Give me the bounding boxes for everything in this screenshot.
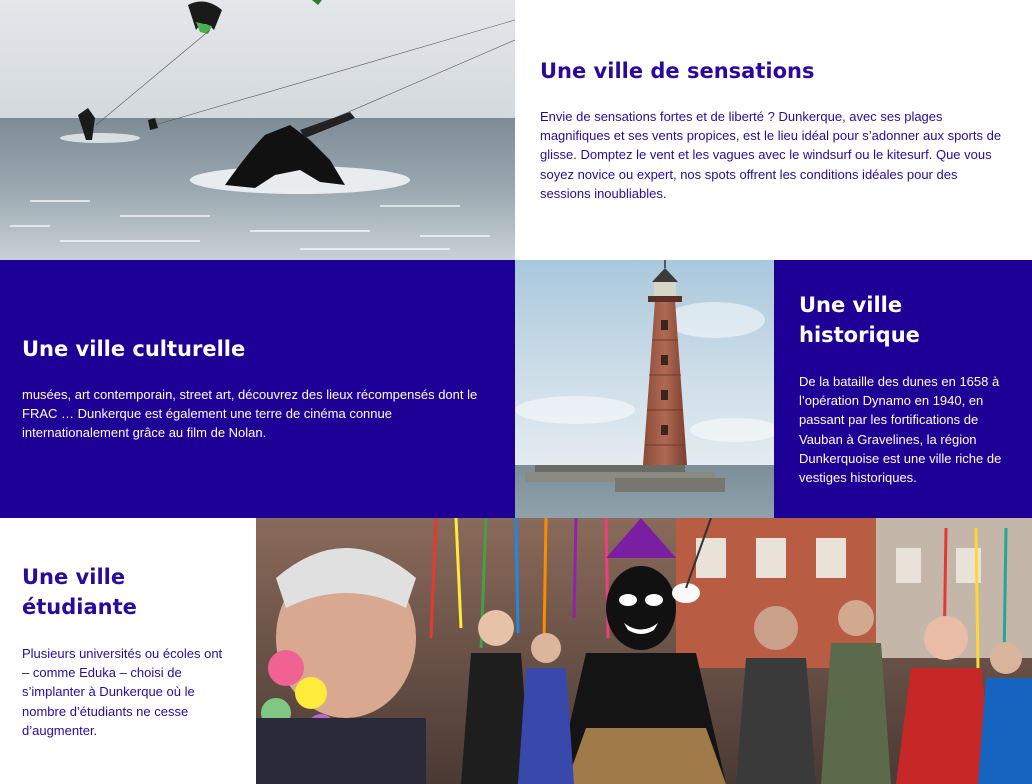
student-text: Plusieurs universités ou écoles ont – co…: [22, 646, 223, 738]
section-history: Une ville historique De la bataille des …: [774, 260, 1032, 518]
culture-text: musées, art contemporain, street art, dé…: [22, 387, 478, 441]
student-title: Une ville étudiante: [22, 565, 137, 619]
history-title: Une ville historique: [799, 293, 920, 347]
section-student: Une ville étudiante Plusieurs université…: [0, 518, 256, 784]
history-text: De la bataille des dunes en 1658 à l’opé…: [799, 374, 1002, 486]
feature-grid: Une ville de sensations Envie de sensati…: [0, 0, 1032, 784]
section-sensations: Une ville de sensations Envie de sensati…: [515, 0, 1032, 260]
culture-title: Une ville culturelle: [22, 337, 246, 361]
section-culture: Une ville culturelle musées, art contemp…: [0, 260, 515, 518]
lighthouse-photo: [515, 260, 774, 518]
carnival-photo: [256, 518, 1032, 784]
kitesurf-photo: [0, 0, 515, 260]
sensations-title: Une ville de sensations: [540, 59, 815, 83]
sensations-text: Envie de sensations fortes et de liberté…: [540, 109, 1002, 201]
